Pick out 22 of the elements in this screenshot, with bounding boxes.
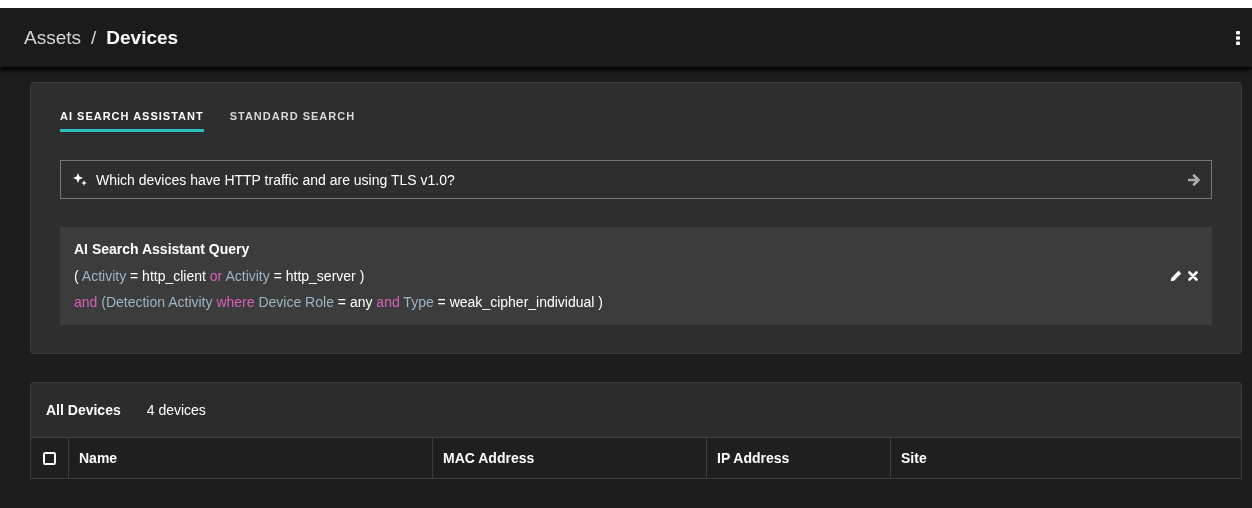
search-field[interactable]: Which devices have HTTP traffic and are using TLS v1.0? <box>60 160 1212 199</box>
more-options-icon[interactable] <box>1236 30 1240 45</box>
query-line: ( Activity = http_client or Activity = http_server ) <box>74 267 366 285</box>
query-title: AI Search Assistant Query <box>74 241 251 257</box>
breadcrumb-item: Devices <box>106 26 179 49</box>
breadcrumb-separator: / <box>91 26 97 49</box>
table-title: All Devices <box>46 402 121 418</box>
tab[interactable]: AI SEARCH ASSISTANT <box>60 107 204 132</box>
pencil-icon[interactable] <box>1170 270 1182 282</box>
column-header[interactable]: MAC Address <box>433 438 707 478</box>
search-input[interactable]: Which devices have HTTP traffic and are using TLS v1.0? <box>96 171 1179 188</box>
arrow-right-icon[interactable] <box>1188 173 1201 186</box>
checkbox[interactable] <box>43 451 56 465</box>
sparkle-icon <box>73 173 87 186</box>
tab[interactable]: STANDARD SEARCH <box>229 107 356 132</box>
column-header[interactable]: Site <box>891 438 1241 478</box>
device-count: 4 devices <box>146 402 206 418</box>
breadcrumb-item[interactable]: Assets <box>24 26 82 49</box>
column-header[interactable]: IP Address <box>707 438 891 478</box>
close-icon[interactable] <box>1188 271 1198 281</box>
column-header[interactable]: Name <box>69 438 433 478</box>
query-line: and (Detection Activity where Device Role = any and Type = weak_cipher_individual ) <box>74 293 603 311</box>
